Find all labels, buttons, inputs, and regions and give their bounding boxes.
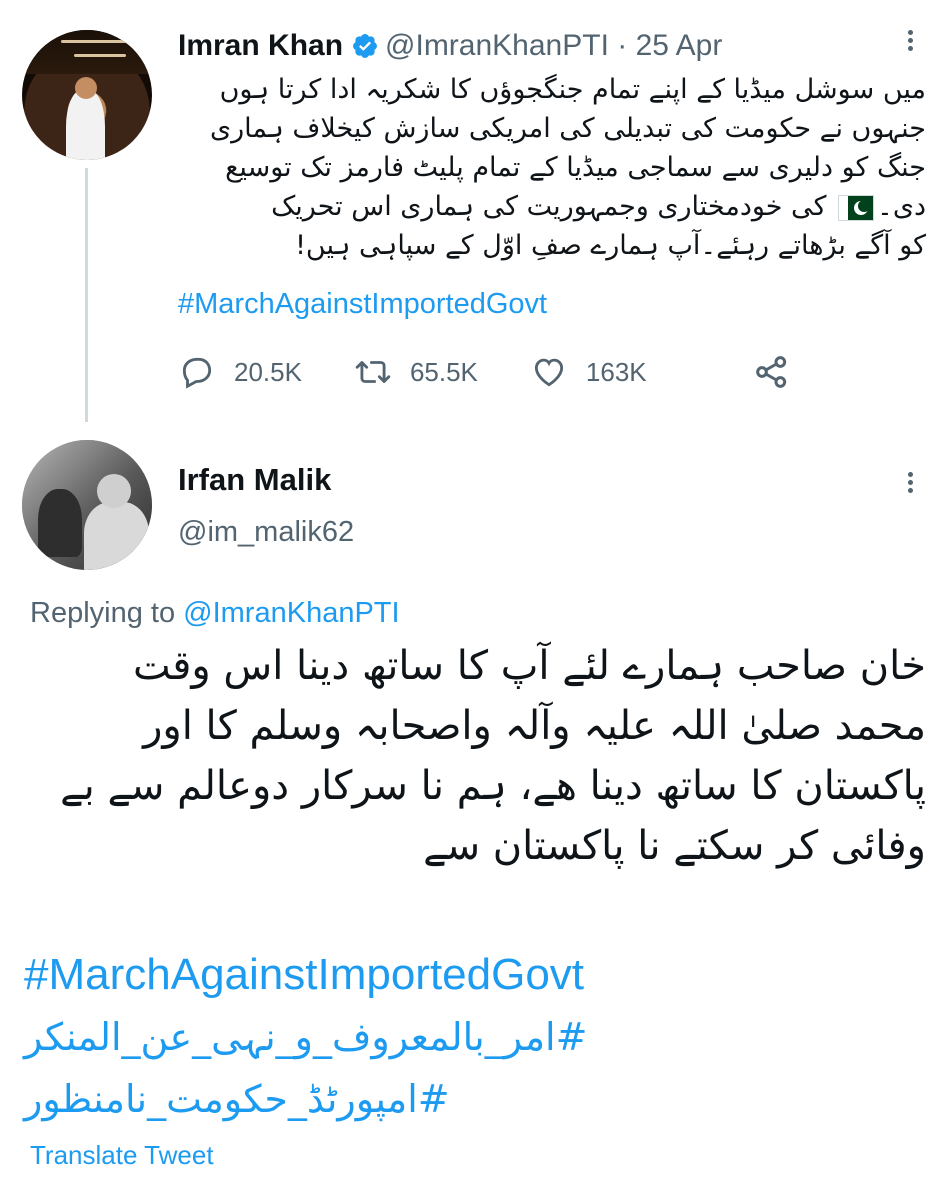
reply-text-line: خان صاحب ہمارے لئے آپ کا ساتھ دینا اس وق… xyxy=(132,643,926,689)
reply-text-line: پاکستان کا ساتھ دینا ھے، ہم نا سرکار دوع… xyxy=(60,763,926,809)
reply-text-line: محمد صلیٰ اللہ علیہ وآلہ واصحابہ وسلم کا… xyxy=(143,703,926,749)
handle[interactable]: @ImranKhanPTI xyxy=(385,29,609,63)
reply-button[interactable]: 20.5K xyxy=(178,353,302,391)
avatar-figure xyxy=(84,502,150,570)
tweet-text-fragment: کی خودمختاری وجمہوریت کی ہماری اس تحریک xyxy=(271,191,827,222)
like-button[interactable]: 163K xyxy=(530,353,647,391)
hashtag-link[interactable]: #MarchAgainstImportedGovt xyxy=(24,944,926,1006)
share-icon[interactable] xyxy=(752,352,792,392)
pakistan-flag-icon xyxy=(838,194,875,221)
tweet-text-line: میں سوشل میڈیا کے اپنے تمام جنگجوؤں کا ش… xyxy=(219,74,926,105)
tweet-text-line: جنہوں نے حکومت کی تبدیلی کی امریکی سازش … xyxy=(209,113,926,144)
replying-to-line: Replying to @ImranKhanPTI xyxy=(30,597,400,630)
heart-icon xyxy=(534,358,563,387)
tweet-text-line: جنگ کو دلیری سے سماجی میڈیا کے تمام پلیٹ… xyxy=(225,152,926,183)
imran-khan-avatar[interactable] xyxy=(22,30,152,160)
display-name[interactable]: Irfan Malik xyxy=(178,462,331,498)
retweet-count: 65.5K xyxy=(409,356,478,387)
tweet-text-line: کو آگے بڑھاتے رہئے۔آپ ہمارے صفِ اوّل کے … xyxy=(295,230,926,261)
tweet-actions: 20.5K 65.5K 163K xyxy=(178,350,699,394)
reply-text-line: وفائی کر سکتے نا پاکستان سے xyxy=(423,823,926,869)
verified-badge-icon xyxy=(353,34,377,58)
retweet-icon xyxy=(355,361,391,383)
tweet-text-line: دی۔ کی خودمختاری وجمہوریت کی ہماری اس تح… xyxy=(178,187,926,226)
more-options-icon[interactable] xyxy=(896,26,926,56)
more-options-icon[interactable] xyxy=(896,468,926,498)
hashtag-link[interactable]: #امر_بالمعروف_و_نہی_عن_المنکر xyxy=(24,1006,926,1068)
thread-connector-line xyxy=(85,168,88,422)
tweet-header: Imran Khan @ImranKhanPTI · 25 Apr xyxy=(178,26,722,66)
tweet-text: میں سوشل میڈیا کے اپنے تمام جنگجوؤں کا ش… xyxy=(178,70,926,265)
handle[interactable]: @im_malik62 xyxy=(178,516,354,549)
avatar-head xyxy=(97,473,132,508)
avatar-figure xyxy=(66,89,106,160)
translate-tweet-link[interactable]: Translate Tweet xyxy=(30,1140,214,1171)
meta-separator: · xyxy=(608,29,636,62)
reply-count: 20.5K xyxy=(234,356,302,387)
like-count: 163K xyxy=(585,356,647,387)
tweet-date[interactable]: 25 Apr xyxy=(636,29,723,63)
avatar-child-figure xyxy=(37,489,82,557)
replying-to-label: Replying to xyxy=(30,597,184,629)
replying-to-mention[interactable]: @ImranKhanPTI xyxy=(183,597,399,629)
irfan-malik-avatar[interactable] xyxy=(22,440,152,570)
hashtag-link[interactable]: #MarchAgainstImportedGovt xyxy=(178,288,547,321)
avatar-banner xyxy=(22,30,152,75)
reply-icon xyxy=(182,357,212,389)
retweet-button[interactable]: 65.5K xyxy=(354,353,478,391)
reply-hashtags: #MarchAgainstImportedGovt #امر_بالمعروف_… xyxy=(24,944,926,1130)
reply-text: خان صاحب ہمارے لئے آپ کا ساتھ دینا اس وق… xyxy=(24,636,926,876)
tweet-text-fragment: دی۔ xyxy=(877,191,926,222)
hashtag-link[interactable]: #امپورٹڈ_حکومت_نامنظور xyxy=(24,1068,926,1130)
display-name[interactable]: Imran Khan xyxy=(178,29,343,63)
